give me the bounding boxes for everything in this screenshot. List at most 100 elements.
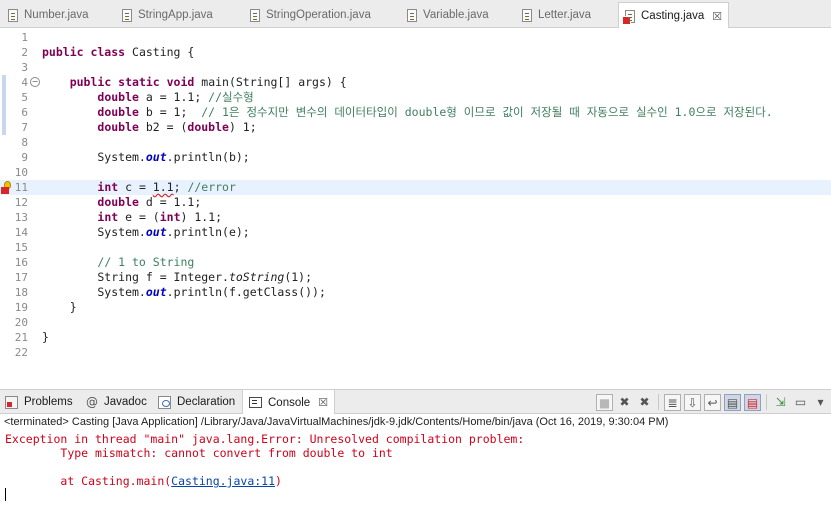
code-token: System.: [42, 225, 146, 239]
stacktrace-prefix: at Casting.main(: [5, 474, 172, 488]
code-line[interactable]: 3: [0, 60, 831, 75]
code-line[interactable]: 20: [0, 315, 831, 330]
line-number: 14: [14, 226, 28, 239]
terminate-button-icon[interactable]: ■: [596, 393, 613, 411]
code-line[interactable]: 12 double d = 1.1;: [0, 195, 831, 210]
tab-letter-java[interactable]: Letter.java: [522, 2, 591, 28]
code-text: }: [42, 300, 77, 315]
line-number: 9: [21, 151, 28, 164]
close-icon[interactable]: ☒: [318, 396, 328, 409]
code-token: b = 1;: [145, 105, 202, 119]
scroll-lock-icon[interactable]: ⇩: [684, 393, 701, 411]
show-on-stderr-icon[interactable]: ▤: [744, 393, 761, 411]
change-annotation-marker: [2, 90, 6, 105]
code-token: }: [42, 330, 49, 344]
keyword-token: double: [187, 120, 229, 134]
code-text: int e = (int) 1.1;: [42, 210, 222, 225]
code-line[interactable]: 2 public class Casting {: [0, 45, 831, 60]
console-output[interactable]: <terminated> Casting [Java Application] …: [0, 414, 831, 527]
keyword-token: double: [97, 195, 146, 209]
tab-casting-java[interactable]: Casting.java ☒: [618, 2, 730, 29]
code-token: toString: [228, 270, 285, 284]
tab-declaration[interactable]: Declaration: [158, 390, 235, 414]
pin-console-icon[interactable]: ⇲: [772, 394, 789, 411]
clear-console-icon[interactable]: ≣: [664, 393, 681, 411]
close-icon[interactable]: ☒: [712, 10, 722, 23]
code-line[interactable]: 19 }: [0, 300, 831, 315]
tab-variable-java[interactable]: Variable.java: [407, 2, 489, 28]
code-line[interactable]: 7 double b2 = (double) 1;: [0, 120, 831, 135]
javadoc-icon: @: [86, 395, 98, 409]
tab-problems[interactable]: Problems: [5, 390, 73, 414]
line-number: 8: [21, 136, 28, 149]
code-line[interactable]: 18 System.out.println(f.getClass());: [0, 285, 831, 300]
java-file-icon: [522, 8, 532, 22]
code-token: .println(e);: [166, 225, 250, 239]
comment-token: //error: [187, 180, 236, 194]
code-line[interactable]: 8: [0, 135, 831, 150]
code-line[interactable]: 21}: [0, 330, 831, 345]
code-text: public class Casting {: [42, 45, 194, 60]
code-token: .println(f.getClass());: [166, 285, 326, 299]
code-line[interactable]: 13 int e = (int) 1.1;: [0, 210, 831, 225]
tab-console[interactable]: Console ☒: [242, 390, 336, 415]
code-line[interactable]: 1: [0, 30, 831, 45]
code-token: main(String[] args) {: [201, 75, 347, 89]
code-text: double a = 1.1; //실수형: [42, 90, 253, 105]
code-text: double d = 1.1;: [42, 195, 201, 210]
display-console-icon[interactable]: ▭: [792, 394, 809, 411]
keyword-token: double: [97, 90, 146, 104]
tab-stringoperation-java[interactable]: StringOperation.java: [250, 2, 371, 28]
line-number: 1: [21, 31, 28, 44]
code-text: System.out.println(f.getClass());: [42, 285, 326, 300]
code-token: ;: [173, 180, 188, 194]
keyword-token: double: [97, 120, 146, 134]
code-line[interactable]: 14 System.out.println(e);: [0, 225, 831, 240]
code-line[interactable]: 9 System.out.println(b);: [0, 150, 831, 165]
code-line[interactable]: 10: [0, 165, 831, 180]
line-number: 11: [14, 181, 28, 194]
keyword-token: public static void: [69, 75, 202, 89]
show-on-stdout-icon[interactable]: ▤: [724, 393, 741, 411]
word-wrap-icon[interactable]: ↩: [704, 393, 721, 411]
code-line[interactable]: 5 double a = 1.1; //실수형: [0, 90, 831, 105]
change-annotation-marker: [2, 75, 6, 90]
code-line[interactable]: 6 double b = 1; // 1은 정수지만 변수의 데이터타입이 do…: [0, 105, 831, 120]
tab-javadoc[interactable]: @ Javadoc: [86, 390, 147, 414]
console-menu-icon[interactable]: ▾: [812, 394, 829, 411]
stacktrace-link[interactable]: Casting.java:11: [171, 474, 275, 488]
code-line[interactable]: 15: [0, 240, 831, 255]
console-icon: [249, 397, 262, 408]
remove-all-terminated-icon[interactable]: ✖: [636, 394, 653, 411]
line-number: 16: [14, 256, 28, 269]
declaration-icon: [158, 395, 171, 409]
tab-label: Variable.java: [423, 9, 489, 21]
code-line[interactable]: 22: [0, 345, 831, 360]
change-annotation-marker: [2, 120, 6, 135]
code-token: .println(b);: [166, 150, 250, 164]
tab-number-java[interactable]: Number.java: [8, 2, 89, 28]
code-text: public static void main(String[] args) {: [42, 75, 347, 90]
toolbar-separator: [658, 394, 659, 410]
code-token: (1);: [284, 270, 313, 284]
fold-collapse-icon[interactable]: −: [30, 77, 40, 87]
code-line[interactable]: 11 int c = 1.1; //error: [0, 180, 831, 195]
remove-launch-icon[interactable]: ✖: [616, 394, 633, 411]
java-file-icon: [122, 8, 132, 22]
tab-stringapp-java[interactable]: StringApp.java: [122, 2, 213, 28]
line-number: 4: [21, 76, 28, 89]
code-editor[interactable]: 1 2 public class Casting {3 4− public stati…: [0, 28, 831, 384]
code-line[interactable]: 4− public static void main(String[] args…: [0, 75, 831, 90]
line-number: 2: [21, 46, 28, 59]
keyword-token: double: [97, 105, 146, 119]
comment-token: // 1 to String: [97, 255, 195, 269]
code-text: System.out.println(e);: [42, 225, 250, 240]
code-line[interactable]: 17 String f = Integer.toString(1);: [0, 270, 831, 285]
code-token: c =: [125, 180, 153, 194]
line-number: 13: [14, 211, 28, 224]
code-token: ) 1;: [228, 120, 257, 134]
console-stacktrace-line: at Casting.main(Casting.java:11): [5, 474, 282, 488]
code-line[interactable]: 16 // 1 to String: [0, 255, 831, 270]
tab-label: Number.java: [24, 9, 89, 21]
